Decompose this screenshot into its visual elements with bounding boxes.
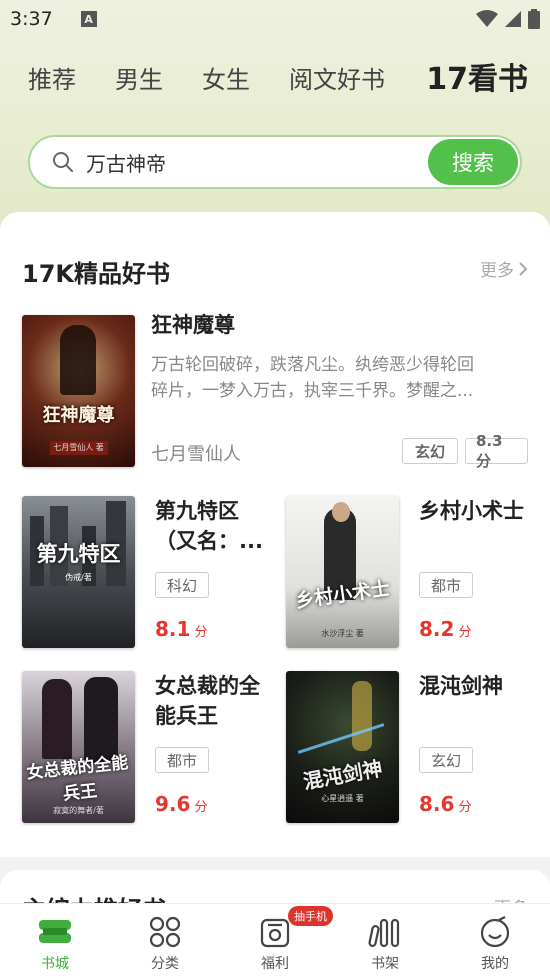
book-cover[interactable]: 混沌剑神 心星逍遥 著 <box>286 671 399 823</box>
score-unit: 分 <box>458 800 472 815</box>
category-icon <box>149 916 181 948</box>
tab-recommend[interactable]: 推荐 <box>28 58 76 102</box>
genre-tag: 玄幻 <box>402 438 458 464</box>
search-bar[interactable]: 万古神帝 搜索 <box>28 135 522 189</box>
score-value: 9.6 <box>155 792 191 816</box>
book-score: 8.1 分 <box>155 617 207 641</box>
nav-label: 书架 <box>371 956 399 972</box>
score-unit: 分 <box>194 800 208 815</box>
chevron-right-icon <box>519 261 528 276</box>
nav-profile[interactable]: 我的 <box>450 904 540 979</box>
genre-tag: 科幻 <box>155 572 209 598</box>
search-input[interactable]: 万古神帝 <box>86 148 428 177</box>
score-value: 8.6 <box>419 792 455 816</box>
featured-books-card: 17K精品好书 更多 狂神魔尊 七月雪仙人 著 狂神魔尊 万古轮回破碎，跌落凡尘… <box>0 212 550 857</box>
status-time: 3:37 <box>10 8 53 30</box>
nav-bookshelf[interactable]: 书架 <box>340 904 430 979</box>
nav-label: 福利 <box>261 956 289 972</box>
book-title-line2: 能兵王 <box>155 704 218 728</box>
status-bar: 3:37 A <box>0 0 550 38</box>
battery-icon <box>528 9 540 29</box>
promo-badge: 抽手机 <box>288 906 333 926</box>
cover-author: 伪戒/著 <box>65 573 92 582</box>
search-icon <box>53 152 73 172</box>
notification-a-icon: A <box>80 11 97 27</box>
cover-author: 心星逍遥 著 <box>321 794 364 803</box>
book-author: 七月雪仙人 <box>151 444 241 465</box>
book-score: 8.6 分 <box>419 792 471 816</box>
top-tabs: 推荐 男生 女生 阅文好书 17看书 <box>28 58 528 102</box>
nav-label: 我的 <box>481 956 509 972</box>
book-description-line: 碎片，一梦入万古，执宰三千界。梦醒之... <box>151 381 474 401</box>
score-tag: 8.3分 <box>465 432 528 470</box>
bookshelf-icon <box>368 918 400 948</box>
cover-title: 第九特区 <box>36 541 121 566</box>
book-score: 8.2 分 <box>419 617 471 641</box>
cover-author: 七月雪仙人 著 <box>53 443 104 452</box>
nav-bookstore[interactable]: 书城 <box>10 904 100 979</box>
nav-category[interactable]: 分类 <box>120 904 210 979</box>
score-unit: 分 <box>458 625 472 640</box>
cover-title: 混沌剑神 <box>301 756 385 794</box>
genre-tag: 都市 <box>419 572 473 598</box>
book-title[interactable]: 混沌剑神 <box>419 671 503 701</box>
genre-tag: 都市 <box>155 747 209 773</box>
book-cover[interactable]: 女总裁的全能兵王 寂寞的舞者/著 <box>22 671 135 823</box>
cover-title: 女总裁的全能兵王 <box>25 752 130 805</box>
nav-welfare[interactable]: 福利 抽手机 <box>230 904 333 979</box>
nav-label: 分类 <box>151 956 179 972</box>
tab-17kanshu[interactable]: 17看书 <box>426 58 528 102</box>
book-description-line: 万古轮回破碎，跌落凡尘。纨绔恶少得轮回 <box>151 355 474 375</box>
tab-yuewen[interactable]: 阅文好书 <box>289 58 385 102</box>
signal-icon <box>505 11 521 27</box>
book-cover[interactable]: 乡村小术士 水沙浮尘 著 <box>286 496 399 648</box>
book-title[interactable]: 乡村小术士 <box>419 496 524 526</box>
section-title: 17K精品好书 <box>22 260 170 288</box>
tab-female[interactable]: 女生 <box>202 58 250 102</box>
cover-title: 狂神魔尊 <box>42 405 115 426</box>
book-title[interactable]: 第九特区 <box>155 496 239 526</box>
tab-male[interactable]: 男生 <box>115 58 163 102</box>
more-label: 更多 <box>480 261 514 281</box>
book-cover[interactable]: 第九特区 伪戒/著 <box>22 496 135 648</box>
more-link[interactable]: 更多 <box>480 256 528 281</box>
bottom-nav: 书城 分类 福利 抽手机 书架 我的 <box>0 903 550 979</box>
book-title[interactable]: 女总裁的全 <box>155 671 260 701</box>
search-button[interactable]: 搜索 <box>428 139 518 185</box>
book-title-line2: （又名：... <box>155 529 263 553</box>
book-cover[interactable]: 狂神魔尊 七月雪仙人 著 <box>22 315 135 467</box>
profile-icon <box>480 916 510 948</box>
score-unit: 分 <box>194 625 208 640</box>
genre-tag: 玄幻 <box>419 747 473 773</box>
bookstore-icon <box>39 920 71 943</box>
book-title[interactable]: 狂神魔尊 <box>151 310 235 340</box>
score-value: 8.2 <box>419 617 455 641</box>
cover-author: 寂寞的舞者/著 <box>53 806 104 815</box>
book-score: 9.6 分 <box>155 792 207 816</box>
wifi-icon <box>476 10 498 27</box>
cover-author: 水沙浮尘 著 <box>321 629 364 638</box>
nav-label: 书城 <box>41 956 69 972</box>
score-value: 8.1 <box>155 617 191 641</box>
